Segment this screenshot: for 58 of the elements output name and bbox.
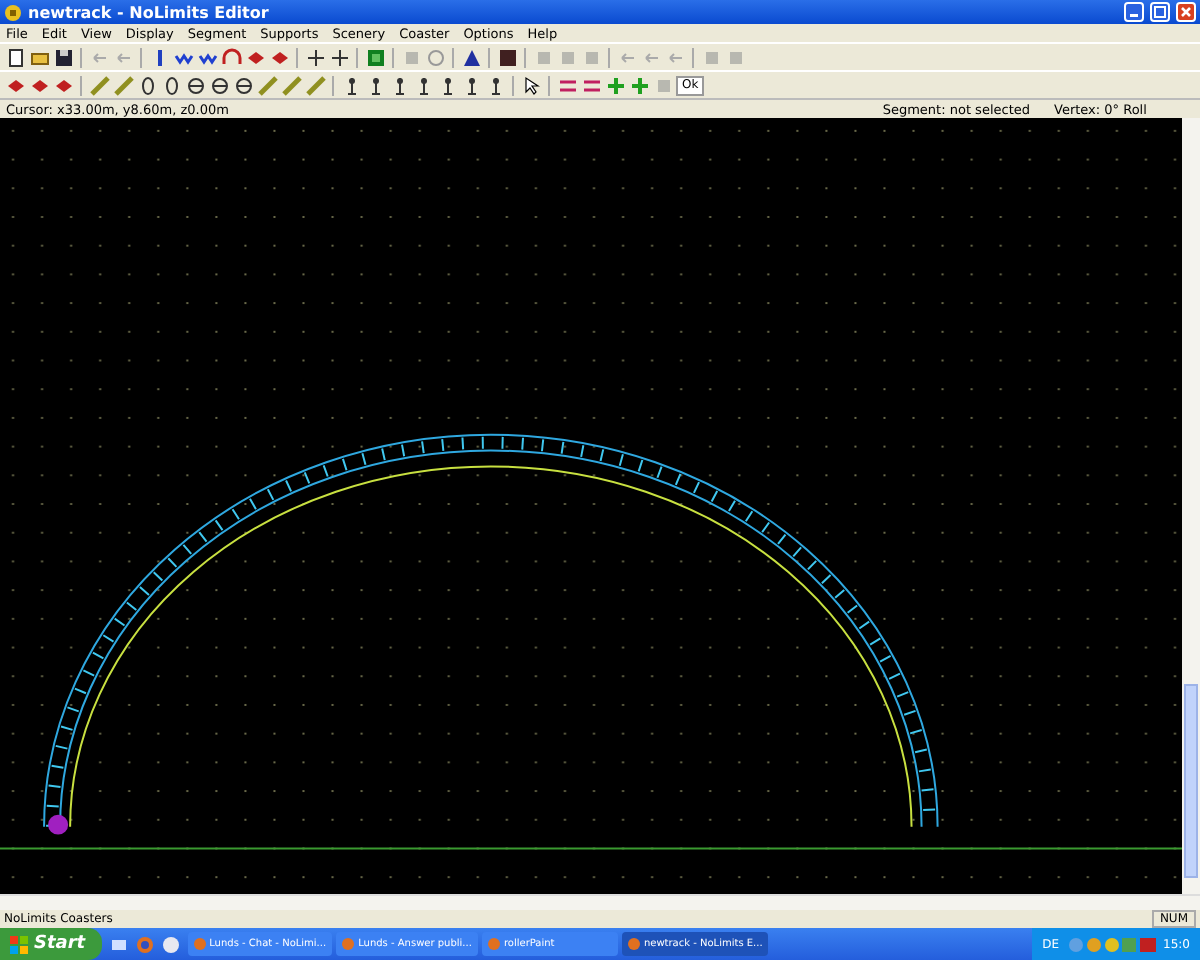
diamond-button[interactable] (28, 74, 50, 96)
plus-icon (629, 75, 649, 95)
oval-button[interactable] (136, 74, 158, 96)
framed-square-icon (365, 47, 385, 67)
circled-line-button[interactable] (232, 74, 254, 96)
circled-line-button[interactable] (184, 74, 206, 96)
diamond-button[interactable] (244, 46, 266, 68)
arrow-icon (617, 47, 637, 67)
pointer-button[interactable] (520, 74, 542, 96)
circled-line-button[interactable] (208, 74, 230, 96)
framed-square-button[interactable] (364, 46, 386, 68)
maximize-button[interactable] (1150, 2, 1170, 22)
app-icon (4, 3, 22, 21)
crosshair-button[interactable] (328, 46, 350, 68)
window-title: newtrack - NoLimits Editor (28, 3, 269, 21)
maximize-icon (1154, 6, 1166, 18)
pointer-icon (521, 75, 541, 95)
page-button[interactable] (4, 46, 26, 68)
desktop-icon[interactable] (109, 935, 128, 953)
plus-icon (605, 75, 625, 95)
vertex-marker-icon[interactable] (48, 814, 69, 835)
greyed-square-icon (557, 47, 577, 67)
crosshair-button[interactable] (304, 46, 326, 68)
double-arrow-icon (557, 75, 577, 95)
double-arrow-icon (581, 75, 601, 95)
crosshair-icon (305, 47, 325, 67)
arch-button[interactable] (220, 46, 242, 68)
arrow-icon (641, 47, 661, 67)
minimize-button[interactable] (1124, 2, 1144, 22)
oval-button[interactable] (160, 74, 182, 96)
crosshair-icon (329, 47, 349, 67)
greyed-square-icon (701, 47, 721, 67)
circle-icon (425, 47, 445, 67)
disk-button[interactable] (52, 46, 74, 68)
plus-button[interactable] (628, 74, 650, 96)
greyed-square-icon (725, 47, 745, 67)
diamond-button[interactable] (268, 46, 290, 68)
greyed-square-icon (581, 47, 601, 67)
triangle-button[interactable] (460, 46, 482, 68)
triangle-icon (461, 47, 481, 67)
diamond-button[interactable] (4, 74, 26, 96)
vertical-scrollbar[interactable] (1182, 118, 1200, 894)
plus-button[interactable] (604, 74, 626, 96)
greyed-square-icon (401, 47, 421, 67)
arrow-icon (89, 47, 109, 67)
arch-icon (221, 47, 241, 67)
greyed-square-icon (653, 75, 673, 95)
close-button[interactable] (1176, 2, 1196, 22)
close-icon (1180, 6, 1192, 18)
windows-logo-icon (10, 935, 28, 953)
tray-icons-drawing (1067, 935, 1156, 953)
arrow-icon (665, 47, 685, 67)
diamond-button[interactable] (52, 74, 74, 96)
greyed-square-icon (533, 47, 553, 67)
horizontal-scrollbar[interactable] (0, 894, 1200, 910)
arrow-icon (113, 47, 133, 67)
folder-icon (29, 47, 49, 67)
start-button[interactable]: Start (0, 928, 102, 960)
